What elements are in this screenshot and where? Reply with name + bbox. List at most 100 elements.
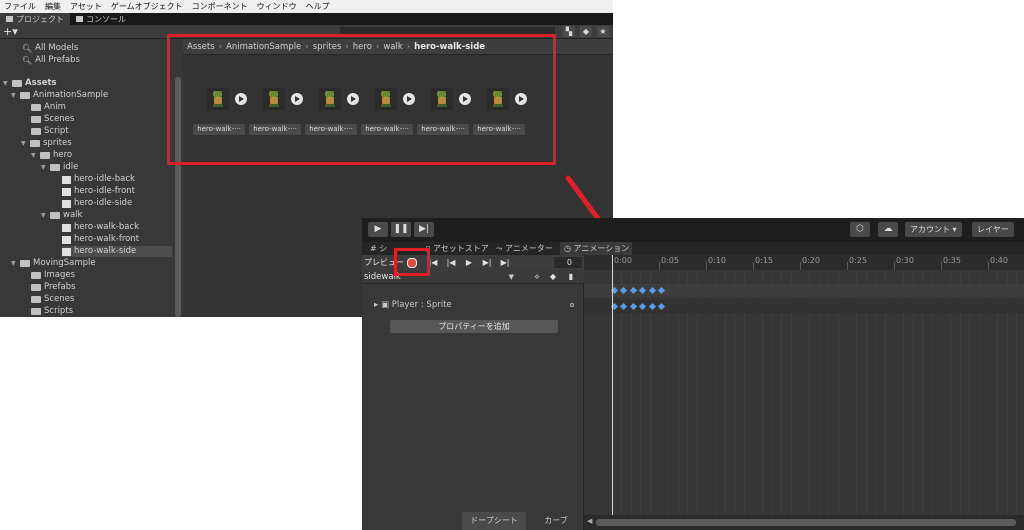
tab-asset-store[interactable]: ▯ アセットストア bbox=[422, 242, 492, 255]
tree-item-script[interactable]: Script bbox=[31, 126, 69, 137]
favorite-star-icon[interactable]: ★ bbox=[597, 26, 609, 37]
time-tick-label: 0:05 bbox=[661, 256, 679, 265]
tree-item-movingsample[interactable]: ▼ MovingSample bbox=[11, 258, 96, 269]
tree-item-label: hero bbox=[53, 150, 73, 160]
tree-item-hero-walk-back[interactable]: hero-walk-back bbox=[62, 222, 139, 233]
tab-dopesheet[interactable]: ドープシート bbox=[462, 512, 526, 530]
menu-window[interactable]: ウィンドウ bbox=[257, 1, 297, 12]
account-label: アカウント bbox=[910, 225, 950, 234]
time-ruler[interactable]: 0:00 0:05 0:10 0:15 0:20 0:25 0:30 0:35 0:40 bbox=[584, 255, 1024, 270]
animation-property-panel: プレビュー |◀ |◀ ▶ ▶| ▶| 0 sidewalk ▼ ⟡ ◆ ▮ ▸… bbox=[362, 255, 584, 530]
property-label: ▸ ▣ Player : Sprite bbox=[374, 300, 452, 310]
menu-gameobject[interactable]: ゲームオブジェクト bbox=[111, 1, 183, 12]
tree-item-hero-walk-side[interactable]: hero-walk-side bbox=[62, 246, 172, 257]
tree-item-all-models[interactable]: 🔍︎ All Models bbox=[22, 43, 78, 54]
next-frame-icon[interactable]: ▶| bbox=[480, 257, 494, 268]
tab-scene-label: シ bbox=[379, 244, 388, 253]
expand-arrow-icon[interactable]: ▼ bbox=[41, 162, 47, 173]
add-event-icon[interactable]: ◆ bbox=[546, 271, 560, 282]
tree-item-scenes[interactable]: Scenes bbox=[31, 114, 74, 125]
editor-toolbar: ▶ ❚❚ ▶| ⬡ ☁ アカウント ▾ レイヤー bbox=[362, 218, 1024, 242]
tree-item-label: Scripts bbox=[44, 306, 74, 316]
tree-item-hero-walk-front[interactable]: hero-walk-front bbox=[62, 234, 139, 245]
tag-icon[interactable]: ◆ bbox=[580, 26, 592, 37]
tree-item-label: Scenes bbox=[44, 294, 75, 304]
tree-item-animationsample[interactable]: ▼ AnimationSample bbox=[11, 90, 108, 101]
tab-animator[interactable]: ⤳ アニメーター bbox=[492, 242, 560, 255]
highlight-box bbox=[167, 34, 556, 165]
folder-icon bbox=[30, 140, 40, 147]
time-tick-label: 0:15 bbox=[755, 256, 773, 265]
tree-item-idle[interactable]: ▼ idle bbox=[41, 162, 78, 173]
time-tick-label: 0:35 bbox=[943, 256, 961, 265]
tab-curves[interactable]: カーブ bbox=[528, 512, 584, 530]
play-button[interactable]: ▶ bbox=[368, 222, 388, 237]
tree-item-label: idle bbox=[63, 162, 79, 172]
folder-icon bbox=[20, 260, 30, 267]
play-icon[interactable]: ▶ bbox=[462, 257, 476, 268]
expand-arrow-icon[interactable]: ▼ bbox=[11, 90, 17, 101]
last-frame-icon[interactable]: ▶| bbox=[498, 257, 512, 268]
tree-item-assets[interactable]: ▼ Assets bbox=[3, 78, 57, 89]
time-tick-label: 0:40 bbox=[990, 256, 1008, 265]
tree-item-hero[interactable]: ▼ hero bbox=[31, 150, 72, 161]
menu-assets[interactable]: アセット bbox=[70, 1, 102, 12]
property-options-icon[interactable] bbox=[570, 303, 574, 307]
menu-edit[interactable]: 編集 bbox=[45, 1, 61, 12]
tree-item-all-prefabs[interactable]: 🔍︎ All Prefabs bbox=[22, 55, 80, 66]
tree-item-scripts[interactable]: Scripts bbox=[31, 306, 73, 317]
folder-icon bbox=[12, 80, 22, 87]
pause-button[interactable]: ❚❚ bbox=[391, 222, 411, 237]
tree-item-hero-idle-front[interactable]: hero-idle-front bbox=[62, 186, 135, 197]
timeline-scrollbar[interactable]: ◀ bbox=[584, 515, 1024, 530]
tree-item-hero-idle-side[interactable]: hero-idle-side bbox=[62, 198, 132, 209]
tab-animation[interactable]: ◷ アニメーション bbox=[560, 242, 632, 255]
account-dropdown[interactable]: アカウント ▾ bbox=[905, 222, 962, 237]
create-button[interactable]: +▾ bbox=[3, 25, 18, 39]
playhead[interactable] bbox=[612, 255, 613, 530]
tree-item-label: hero-idle-side bbox=[74, 198, 133, 208]
frame-input[interactable]: 0 bbox=[554, 257, 582, 268]
scroll-left-icon[interactable]: ◀ bbox=[587, 517, 592, 525]
time-tick-label: 0:10 bbox=[708, 256, 726, 265]
folder-icon bbox=[31, 104, 41, 111]
tree-item-walk[interactable]: ▼ walk bbox=[41, 210, 82, 221]
menu-file[interactable]: ファイル bbox=[4, 1, 36, 12]
step-button[interactable]: ▶| bbox=[414, 222, 434, 237]
menu-help[interactable]: ヘルプ bbox=[306, 1, 330, 12]
tree-item-prefabs[interactable]: Prefabs bbox=[31, 282, 76, 293]
tree-item-hero-idle-back[interactable]: hero-idle-back bbox=[62, 174, 135, 185]
scrollbar-thumb[interactable] bbox=[596, 519, 1016, 526]
services-icon[interactable]: ⬡ bbox=[850, 222, 870, 237]
tab-animation-label: アニメーション bbox=[573, 244, 630, 253]
tree-item-anim[interactable]: Anim bbox=[31, 102, 66, 113]
expand-arrow-icon[interactable]: ▼ bbox=[41, 210, 47, 221]
expand-arrow-icon[interactable]: ▼ bbox=[31, 150, 37, 161]
add-property-button[interactable]: プロパティーを追加 bbox=[390, 320, 558, 333]
layers-dropdown[interactable]: レイヤー bbox=[972, 222, 1014, 237]
property-row[interactable]: ▸ ▣ Player : Sprite bbox=[362, 299, 584, 313]
time-tick bbox=[847, 262, 848, 270]
expand-arrow-icon[interactable]: ▼ bbox=[11, 258, 17, 269]
tree-item-label: All Prefabs bbox=[35, 55, 80, 65]
expand-arrow-icon[interactable]: ▼ bbox=[21, 138, 27, 149]
expand-arrow-icon[interactable]: ▼ bbox=[3, 78, 9, 89]
tree-item-label: hero-idle-front bbox=[74, 186, 135, 196]
tab-project[interactable]: プロジェクト bbox=[0, 13, 70, 25]
add-key-icon[interactable]: ⟡ bbox=[530, 271, 544, 282]
add-event-marker-icon[interactable]: ▮ bbox=[564, 271, 578, 282]
prev-frame-icon[interactable]: |◀ bbox=[444, 257, 458, 268]
cloud-icon[interactable]: ☁ bbox=[878, 222, 898, 237]
animation-clip-icon bbox=[62, 235, 71, 244]
search-icon: 🔍︎ bbox=[22, 44, 33, 53]
tree-item-sprites[interactable]: ▼ sprites bbox=[21, 138, 72, 149]
tree-item-ms-scenes[interactable]: Scenes bbox=[31, 294, 74, 305]
menu-component[interactable]: コンポーネント bbox=[192, 1, 248, 12]
clip-dropdown[interactable]: sidewalk ▼ bbox=[364, 271, 514, 283]
filter-type-icon[interactable]: ▚ bbox=[563, 26, 575, 37]
folder-icon bbox=[50, 164, 60, 171]
tree-item-images[interactable]: Images bbox=[31, 270, 75, 281]
property-name: Player : Sprite bbox=[391, 300, 452, 310]
time-tick bbox=[753, 262, 754, 270]
tab-console[interactable]: コンソール bbox=[70, 13, 132, 25]
